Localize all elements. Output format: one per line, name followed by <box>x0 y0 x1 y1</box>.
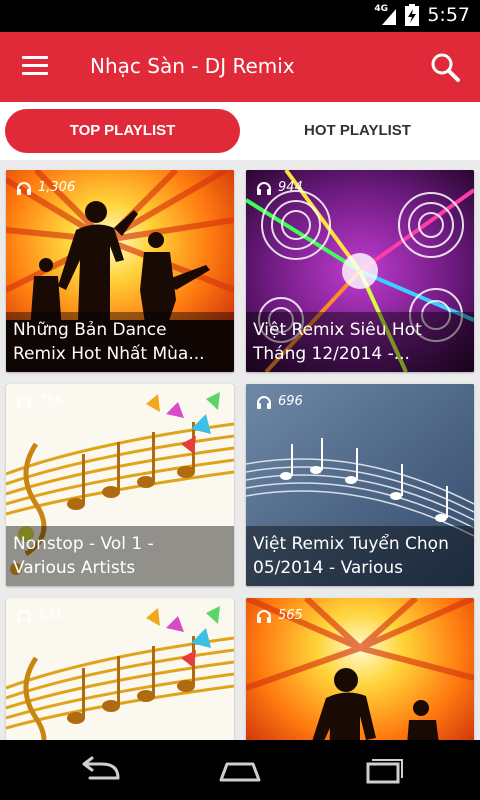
listen-count: 696 <box>256 394 303 409</box>
playlist-card[interactable]: 1,306 Những Bản Dance Remix Hot Nhất Mùa… <box>6 170 234 372</box>
signal-icon <box>382 9 396 25</box>
listen-count-value: 696 <box>278 394 303 409</box>
menu-icon[interactable] <box>22 56 48 78</box>
clock: 5:57 <box>427 4 470 26</box>
listen-count-value: 756 <box>38 394 63 409</box>
back-icon[interactable] <box>78 756 124 784</box>
app-bar: Nhạc Sàn - DJ Remix <box>0 32 480 102</box>
listen-count-value: 1,306 <box>38 180 76 195</box>
listen-count: 621 <box>16 608 63 623</box>
listen-count: 565 <box>256 608 303 623</box>
app-title: Nhạc Sàn - DJ Remix <box>90 54 295 78</box>
system-nav-bar <box>0 740 480 800</box>
playlist-card[interactable]: 756 Nonstop - Vol 1 - Various Artists <box>6 384 234 586</box>
playlist-tabs: TOP PLAYLIST HOT PLAYLIST <box>0 102 480 160</box>
tab-hot-playlist[interactable]: HOT PLAYLIST <box>240 109 475 153</box>
headphones-icon <box>17 181 31 195</box>
search-icon[interactable] <box>430 52 460 82</box>
headphones-icon <box>257 181 271 195</box>
playlist-card[interactable]: 696 Việt Remix Tuyển Chọn 05/2014 - Vari… <box>246 384 474 586</box>
playlist-card[interactable]: 621 <box>6 598 234 740</box>
playlist-title: Việt Remix Tuyển Chọn 05/2014 - Various <box>246 526 474 586</box>
playlist-title: Việt Remix Siêu Hot Tháng 12/2014 -... <box>246 312 474 372</box>
headphones-icon <box>17 609 31 623</box>
playlist-title: Những Bản Dance Remix Hot Nhất Mùa... <box>6 312 234 372</box>
tab-top-playlist[interactable]: TOP PLAYLIST <box>5 109 240 153</box>
headphones-icon <box>257 609 271 623</box>
recents-icon[interactable] <box>360 756 406 784</box>
status-bar: 4G 5:57 <box>0 0 480 32</box>
listen-count-value: 621 <box>38 608 63 623</box>
headphones-icon <box>257 395 271 409</box>
listen-count: 756 <box>16 394 63 409</box>
headphones-icon <box>17 395 31 409</box>
playlist-card[interactable]: 565 <box>246 598 474 740</box>
playlist-grid: 1,306 Những Bản Dance Remix Hot Nhất Mùa… <box>0 160 480 740</box>
listen-count-value: 944 <box>278 180 303 195</box>
playlist-card[interactable]: 944 Việt Remix Siêu Hot Tháng 12/2014 -.… <box>246 170 474 372</box>
listen-count: 944 <box>256 180 303 195</box>
home-icon[interactable] <box>217 756 263 784</box>
playlist-title: Nonstop - Vol 1 - Various Artists <box>6 526 234 586</box>
listen-count-value: 565 <box>278 608 303 623</box>
battery-icon <box>405 4 419 26</box>
listen-count: 1,306 <box>16 180 75 195</box>
